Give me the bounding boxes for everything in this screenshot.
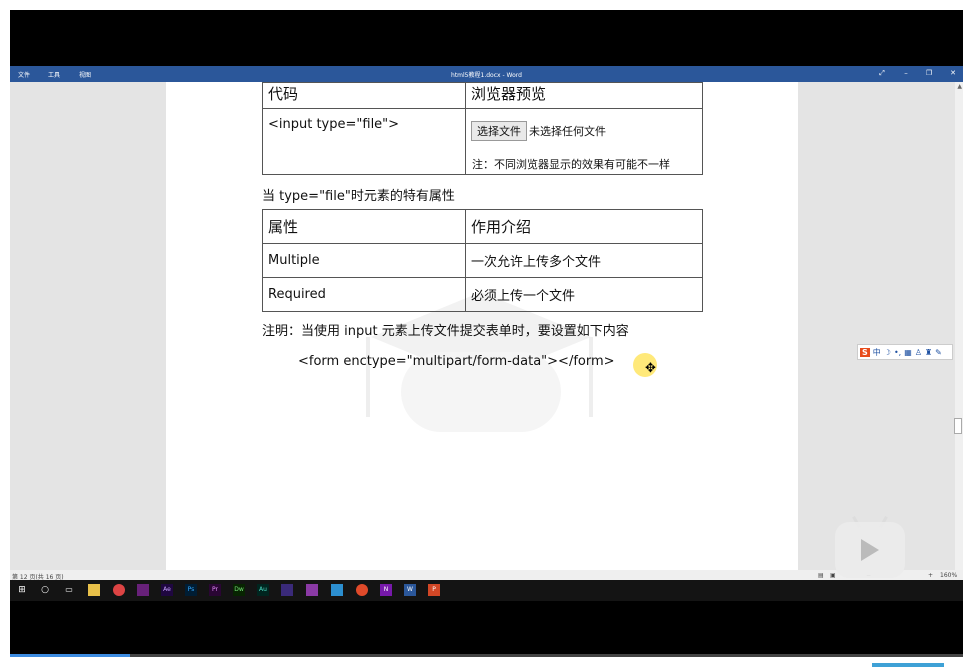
close-icon[interactable]: ✕ xyxy=(947,69,959,77)
read-mode-icon[interactable]: ▤ xyxy=(818,572,824,579)
video-progress-track[interactable] xyxy=(130,654,963,657)
desc-cell: 必须上传一个文件 xyxy=(465,277,703,312)
document-area: 代码 浏览器预览 <input type="file"> 选择文件 未选择任何文件… xyxy=(10,82,963,570)
dreamweaver-icon[interactable]: Dw xyxy=(233,584,245,596)
video-play-watermark-icon xyxy=(835,522,905,578)
ime-mode[interactable]: 中 xyxy=(873,347,881,358)
task-view-icon[interactable]: ▭ xyxy=(63,584,75,596)
wrench-icon[interactable]: ✎ xyxy=(935,348,942,357)
screen: 文件 工具 视图 html5教程1.docx - Word ⤢ – ❐ ✕ 代码… xyxy=(10,66,963,601)
window-title: html5教程1.docx - Word xyxy=(451,72,522,79)
punctuation-icon[interactable]: •, xyxy=(894,348,901,357)
taskbar: ⊞ ○ ▭ Ae Ps Pr Dw Au N W P xyxy=(10,580,963,601)
fullscreen-icon[interactable]: ⤢ xyxy=(876,69,888,78)
code-cell: <input type="file"> xyxy=(262,108,466,175)
table-row: Multiple 一次允许上传多个文件 xyxy=(262,243,703,278)
table-header-attr: 属性 xyxy=(262,209,466,244)
minimize-icon[interactable]: – xyxy=(900,69,912,77)
cortana-icon[interactable]: ○ xyxy=(39,584,51,596)
attr-cell: Multiple xyxy=(262,243,466,278)
browser-note: 注：不同浏览器显示的效果有可能不一样 xyxy=(472,158,670,171)
app-icon[interactable] xyxy=(356,584,368,596)
table-row: Required 必须上传一个文件 xyxy=(262,277,703,312)
shirt-icon[interactable]: ♜ xyxy=(925,348,932,357)
audition-icon[interactable]: Au xyxy=(257,584,269,596)
choose-file-button[interactable]: 选择文件 xyxy=(471,121,527,141)
zoom-level[interactable]: 160% xyxy=(940,572,957,579)
attributes-table: 属性 作用介绍 Multiple 一次允许上传多个文件 Required 必须上… xyxy=(262,209,703,312)
premiere-icon[interactable]: Pr xyxy=(209,584,221,596)
desc-cell: 一次允许上传多个文件 xyxy=(465,243,703,278)
table-header-desc: 作用介绍 xyxy=(465,209,703,244)
app-icon[interactable] xyxy=(306,584,318,596)
zoom-in-icon[interactable]: + xyxy=(928,572,933,579)
title-bar: 文件 工具 视图 html5教程1.docx - Word ⤢ – ❐ ✕ xyxy=(10,66,963,82)
attributes-caption: 当 type="file"时元素的特有属性 xyxy=(262,189,455,204)
restore-icon[interactable]: ❐ xyxy=(923,69,935,77)
visual-studio-icon[interactable] xyxy=(137,584,149,596)
document-page: 代码 浏览器预览 <input type="file"> 选择文件 未选择任何文件… xyxy=(166,82,798,570)
table-header-preview: 浏览器预览 xyxy=(465,82,703,109)
onenote-icon[interactable]: N xyxy=(380,584,392,596)
print-layout-icon[interactable]: ▣ xyxy=(830,572,836,579)
windows-icon[interactable]: ⊞ xyxy=(16,584,28,596)
word-icon[interactable]: W xyxy=(404,584,416,596)
app-icon[interactable] xyxy=(331,584,343,596)
bottom-button[interactable] xyxy=(872,663,944,667)
scroll-up-icon[interactable]: ▲ xyxy=(957,83,962,90)
mouse-cursor-icon: ✥ xyxy=(645,361,656,376)
file-status: 未选择任何文件 xyxy=(529,125,606,138)
usage-note: 注明：当使用 input 元素上传文件提交表单时，要设置如下内容 xyxy=(262,324,629,339)
scroll-thumb[interactable] xyxy=(954,418,962,434)
sogou-logo-icon: S xyxy=(860,347,870,357)
status-bar: 第 12 页(共 16 页) ▤ ▣ − + 160% xyxy=(10,570,963,581)
vertical-scrollbar[interactable] xyxy=(955,82,963,570)
file-input-table: 代码 浏览器预览 <input type="file"> 选择文件 未选择任何文件… xyxy=(262,82,703,175)
form-code: <form enctype="multipart/form-data"></fo… xyxy=(298,354,615,369)
table-header-code: 代码 xyxy=(262,82,466,109)
file-explorer-icon[interactable] xyxy=(88,584,100,596)
powerpoint-icon[interactable]: P xyxy=(428,584,440,596)
ime-toolbar[interactable]: S 中 ☽ •, ▦ ♙ ♜ ✎ xyxy=(857,344,953,360)
after-effects-icon[interactable]: Ae xyxy=(161,584,173,596)
photoshop-icon[interactable]: Ps xyxy=(185,584,197,596)
video-progress-bar[interactable] xyxy=(10,654,130,657)
attr-cell: Required xyxy=(262,277,466,312)
moon-icon[interactable]: ☽ xyxy=(884,348,891,357)
keyboard-icon[interactable]: ▦ xyxy=(904,348,912,357)
app-icon[interactable] xyxy=(281,584,293,596)
user-icon[interactable]: ♙ xyxy=(915,348,922,357)
chrome-icon[interactable] xyxy=(113,584,125,596)
